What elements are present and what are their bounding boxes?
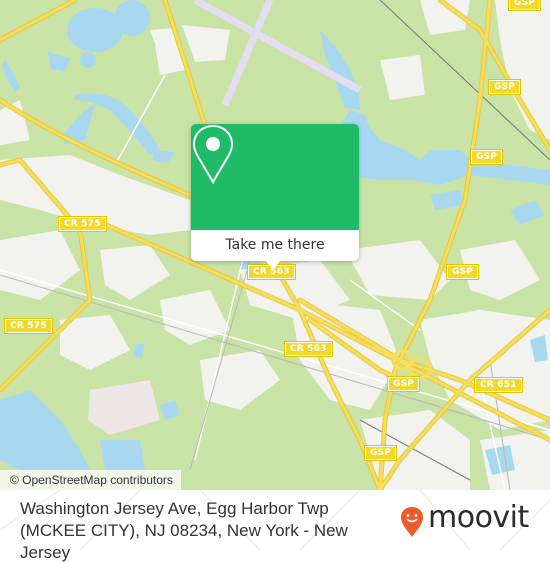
road-shield-gsp: GSP <box>363 445 398 461</box>
road-shield-gsp: GSP <box>487 79 522 95</box>
map-attribution[interactable]: © OpenStreetMap contributors <box>0 470 181 490</box>
popup-header <box>191 124 359 230</box>
destination-popup: Take me there <box>191 124 359 269</box>
road-shield-gsp: GSP <box>445 264 480 280</box>
road-shield-gsp: GSP <box>386 376 421 392</box>
location-pin-icon <box>192 124 234 184</box>
road-shield-cr575: CR 575 <box>4 318 53 334</box>
moovit-logo[interactable]: moovit <box>400 500 540 540</box>
popup-pointer <box>265 260 281 269</box>
address-text: Washington Jersey Ave, Egg Harbor Twp (M… <box>20 499 348 562</box>
road-shield-gsp: GSP <box>507 0 542 11</box>
road-shield-gsp: GSP <box>469 149 504 165</box>
road-shield-cr575: CR 575 <box>58 216 107 232</box>
brand-name: moovit <box>428 500 529 535</box>
map-view[interactable]: GSP GSP GSP GSP GSP GSP CR 575 CR 575 CR… <box>0 0 550 490</box>
footer: Washington Jersey Ave, Egg Harbor Twp (M… <box>0 490 550 562</box>
road-shield-cr651: CR 651 <box>474 377 523 393</box>
take-me-there-button[interactable]: Take me there <box>191 230 359 261</box>
road-shield-cr563: CR 563 <box>284 341 333 357</box>
moovit-smiley-pin-icon <box>401 507 423 537</box>
